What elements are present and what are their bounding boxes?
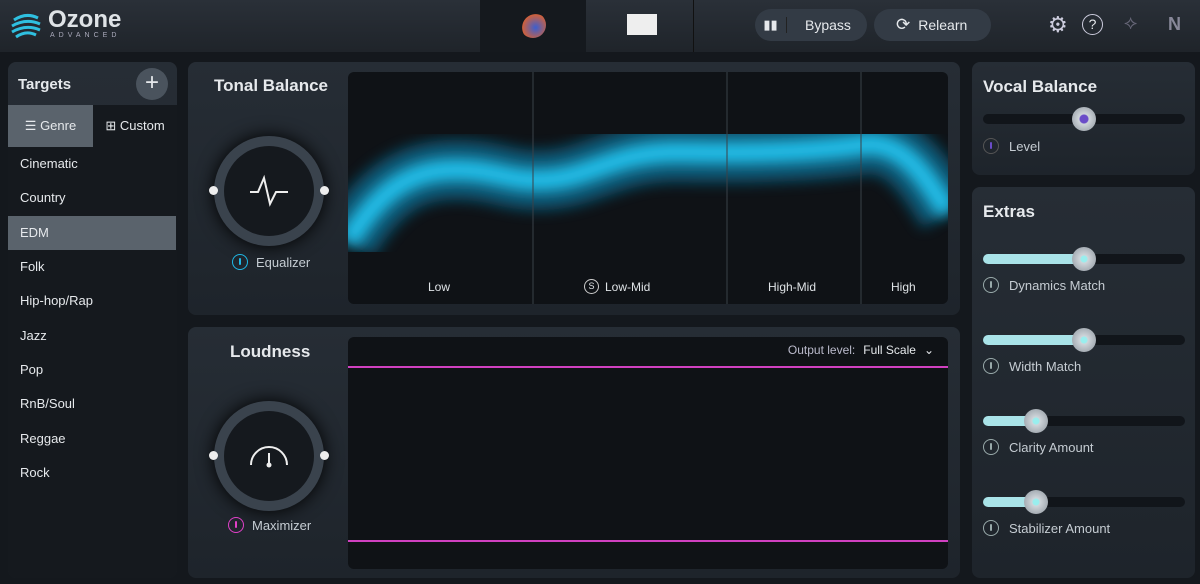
tab-genre-label: Genre [40, 118, 77, 133]
power-icon [228, 517, 244, 533]
bypass-icon: ▮▮ [755, 17, 787, 33]
tonal-balance-title: Tonal Balance [214, 76, 328, 95]
list-item[interactable]: Folk [8, 250, 176, 284]
top-bar: Ozone ADVANCED ▮▮ Bypass ⟳ Relearn ⚙ ? ⟡ … [0, 0, 1200, 52]
extras-slider-label: Width Match [1009, 358, 1082, 374]
list-item[interactable]: Cinematic [8, 147, 176, 181]
band-low-mid: S Low-Mid [584, 279, 650, 294]
targets-title: Targets [18, 76, 72, 93]
extras-slider-toggle[interactable]: Clarity Amount [983, 439, 1094, 455]
tab-custom[interactable]: ⊞ Custom [93, 105, 177, 147]
tonal-balance-panel: Tonal Balance Equalizer Low S Low-Mid Hig… [188, 62, 960, 315]
band-high-mid: High-Mid [768, 280, 817, 294]
equalizer-power-toggle[interactable]: Equalizer [232, 254, 310, 270]
output-level-value: Full Scale [863, 343, 916, 357]
bypass-label: Bypass [805, 17, 851, 33]
relearn-label: Relearn [918, 17, 968, 33]
add-target-button[interactable]: + [136, 68, 168, 100]
vocal-balance-panel: Vocal Balance Level [972, 62, 1195, 175]
help-icon[interactable]: ? [1082, 14, 1103, 35]
solo-icon[interactable]: S [584, 279, 599, 294]
loudness-graph: Output level: Full Scale ⌄ [348, 337, 948, 569]
output-level-select[interactable]: Output level: Full Scale ⌄ [788, 343, 934, 357]
tab-assistant[interactable] [480, 0, 586, 52]
assistant-icon [520, 12, 546, 38]
vocal-balance-title: Vocal Balance [983, 77, 1098, 96]
extras-slider[interactable] [983, 490, 1185, 514]
slider-fill [983, 335, 1084, 345]
izotope-icon: ⟡ [1124, 12, 1138, 34]
power-icon [983, 358, 999, 374]
tab-genre[interactable]: ☰ Genre [8, 105, 93, 147]
slider-thumb[interactable] [1072, 107, 1096, 131]
ni-logo-icon: N [1168, 14, 1181, 34]
equalizer-icon [250, 174, 288, 207]
list-item-selected[interactable]: EDM [8, 216, 176, 250]
vocal-level-toggle[interactable]: Level [983, 138, 1040, 154]
maximizer-label: Maximizer [252, 517, 312, 533]
maximizer-knob[interactable] [209, 401, 329, 511]
vocal-level-label: Level [1009, 138, 1041, 154]
power-icon [983, 138, 999, 154]
tab-custom-label: Custom [119, 118, 165, 133]
band-low-mid-label: Low-Mid [605, 279, 651, 294]
extras-slider-toggle[interactable]: Dynamics Match [983, 277, 1105, 293]
extras-slider-label: Dynamics Match [1009, 277, 1106, 293]
extras-slider-label: Clarity Amount [1009, 439, 1094, 455]
output-level-label: Output level: [787, 343, 856, 357]
modules-icon [627, 14, 657, 35]
list-item[interactable]: Reggae [8, 422, 176, 456]
extras-slider[interactable] [983, 247, 1185, 271]
list-item[interactable]: RnB/Soul [8, 387, 176, 421]
loudness-title: Loudness [230, 342, 311, 361]
logo-text: Ozone [48, 6, 122, 33]
band-high: High [891, 280, 916, 294]
list-item[interactable]: Country [8, 181, 176, 215]
list-item[interactable]: Pop [8, 353, 176, 387]
bypass-button[interactable]: ▮▮ Bypass [755, 9, 867, 41]
power-icon [983, 277, 999, 293]
ozone-logo-icon [11, 13, 41, 39]
power-icon [983, 439, 999, 455]
vocal-level-slider[interactable] [983, 107, 1185, 131]
maximizer-power-toggle[interactable]: Maximizer [228, 517, 311, 533]
slider-thumb[interactable] [1023, 490, 1048, 514]
floor-line [348, 540, 948, 542]
extras-slider[interactable] [983, 328, 1185, 352]
extras-panel: Extras Dynamics Match Width Match Clarit… [972, 187, 1195, 578]
logo-subtitle: ADVANCED [50, 32, 121, 39]
equalizer-knob[interactable] [209, 136, 329, 246]
slider-thumb[interactable] [1072, 247, 1096, 271]
extras-slider-label: Stabilizer Amount [1009, 520, 1111, 536]
extras-slider-toggle[interactable]: Stabilizer Amount [983, 520, 1110, 536]
slider-thumb[interactable] [1072, 328, 1096, 352]
extras-slider[interactable] [983, 409, 1185, 433]
power-icon [232, 254, 248, 270]
loudness-panel: Loudness Maximizer Output level: Full Sca… [188, 327, 960, 578]
relearn-button[interactable]: ⟳ Relearn [874, 9, 991, 41]
band-low: Low [428, 280, 451, 294]
relearn-icon: ⟳ [896, 15, 911, 34]
tab-modules[interactable] [588, 0, 694, 52]
slider-fill [983, 254, 1084, 264]
equalizer-label: Equalizer [256, 254, 311, 270]
extras-title: Extras [983, 202, 1035, 221]
maximizer-gauge-icon [250, 446, 288, 468]
genre-list: Cinematic Country EDM Folk Hip-hop/Rap J… [8, 147, 177, 578]
list-item[interactable]: Hip-hop/Rap [8, 284, 176, 318]
chevron-down-icon: ⌄ [923, 343, 934, 357]
tonal-balance-graph: Low S Low-Mid High-Mid High [348, 72, 948, 304]
list-item[interactable]: Jazz [8, 319, 176, 353]
ceiling-line [348, 366, 948, 368]
list-item[interactable]: Rock [8, 456, 176, 490]
extras-slider-toggle[interactable]: Width Match [983, 358, 1081, 374]
targets-panel: Targets + ☰ Genre ⊞ Custom Cinematic Cou… [8, 62, 177, 578]
slider-thumb[interactable] [1023, 409, 1048, 433]
power-icon [983, 520, 999, 536]
settings-gear-icon[interactable]: ⚙ [1048, 12, 1068, 38]
